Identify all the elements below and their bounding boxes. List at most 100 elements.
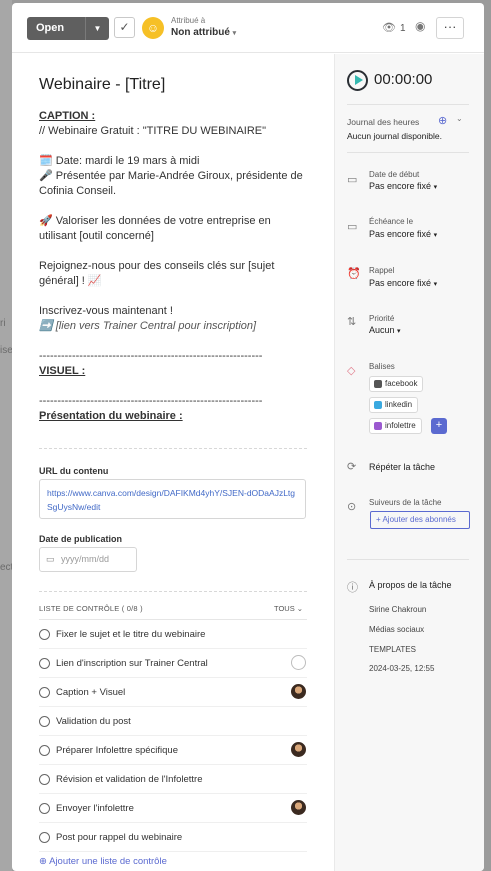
user-icon: ☺: [146, 21, 160, 35]
tag-label: infolettre: [385, 421, 416, 430]
watchers-count: 1: [400, 23, 406, 34]
checkbox-circle-icon[interactable]: [39, 832, 50, 843]
avatar[interactable]: [291, 684, 306, 699]
background-text: ri: [0, 318, 6, 329]
task-title[interactable]: Webinaire - [Titre]: [39, 76, 165, 94]
checklist-item[interactable]: Envoyer l'infolettre: [39, 794, 307, 823]
reminder-select[interactable]: Pas encore fixé ▾: [369, 278, 437, 288]
add-checklist-button[interactable]: ⊕ Ajouter une liste de contrôle: [39, 856, 167, 867]
caret-down-icon: ▾: [433, 184, 438, 191]
tag-infolettre[interactable]: infolettre: [369, 418, 422, 434]
publication-date-label: Date de publication: [39, 534, 123, 544]
about-title: À propos de la tâche: [369, 580, 452, 590]
due-date-label: Échéance le: [369, 217, 414, 226]
priority-label: Priorité: [369, 314, 395, 323]
background-strip: ri ise ect: [0, 0, 13, 871]
avatar[interactable]: [291, 655, 306, 670]
priority-value: Aucun: [369, 325, 395, 335]
priority-select[interactable]: Aucun ▾: [369, 325, 401, 335]
checklist-item-label: Post pour rappel du webinaire: [56, 832, 183, 843]
checkbox-circle-icon[interactable]: [39, 716, 50, 727]
assignee-select[interactable]: Non attribué ▾: [171, 27, 236, 38]
checkbox-circle-icon[interactable]: [39, 774, 50, 785]
tags-label: Balises: [369, 362, 395, 371]
checklist-item[interactable]: Révision et validation de l'Infolettre: [39, 765, 307, 794]
checklist-header: LISTE DE CONTRÔLE ( 0/8 ): [39, 604, 143, 613]
complete-task-button[interactable]: ✓: [114, 17, 135, 38]
tag-icon: ◇: [347, 365, 356, 377]
divider: [347, 104, 469, 105]
sort-arrows-icon: ⇅: [347, 316, 357, 328]
repeat-task-label[interactable]: Répéter la tâche: [369, 462, 435, 472]
notification-icon[interactable]: ◉: [415, 19, 425, 33]
checklist-item[interactable]: Post pour rappel du webinaire: [39, 823, 307, 852]
description-line: Inscrivez-vous maintenant !: [39, 305, 173, 317]
checkbox-circle-icon[interactable]: [39, 687, 50, 698]
checkbox-circle-icon[interactable]: [39, 658, 50, 669]
checkbox-circle-icon[interactable]: [39, 803, 50, 814]
calendar-icon: ▭: [46, 554, 55, 564]
divider: [347, 152, 469, 153]
about-owner: Sirine Chakroun: [369, 605, 427, 614]
assignee-caption: Attribué à: [171, 16, 206, 25]
description-line: 🎤 Présentée par Marie-Andrée Giroux, pré…: [39, 170, 303, 197]
status-button[interactable]: Open ▼: [27, 17, 109, 40]
tag-label: facebook: [385, 379, 418, 388]
checklist-item-label: Révision et validation de l'Infolettre: [56, 774, 203, 785]
checklist-item-label: Envoyer l'infolettre: [56, 803, 134, 814]
checklist-filter[interactable]: TOUS ⌄: [274, 604, 303, 613]
about-department: Médias sociaux: [369, 625, 425, 634]
alarm-clock-icon: ⏰: [347, 268, 361, 280]
more-options-button[interactable]: ···: [436, 17, 464, 39]
chevron-down-icon[interactable]: ⌄: [456, 114, 463, 123]
plus-circle-icon: ⊕: [39, 856, 47, 867]
timelog-empty: Aucun journal disponible.: [347, 131, 442, 141]
checklist-item[interactable]: Caption + Visuel: [39, 678, 307, 707]
add-tag-button[interactable]: +: [431, 418, 447, 434]
status-label: Open: [36, 22, 65, 34]
add-followers-button[interactable]: + Ajouter des abonnés: [370, 511, 470, 529]
tag-facebook[interactable]: facebook: [369, 376, 424, 392]
caret-down-icon: ▾: [397, 328, 401, 335]
avatar[interactable]: [291, 742, 306, 757]
eye-icon[interactable]: 👁: [382, 21, 396, 34]
checklist-item-label: Préparer Infolettre spécifique: [56, 745, 178, 756]
checkbox-circle-icon[interactable]: [39, 745, 50, 756]
divider-text: ----------------------------------------…: [39, 395, 263, 407]
caret-down-icon: ▾: [232, 30, 237, 37]
assignee-avatar[interactable]: ☺: [142, 17, 164, 39]
caption-heading: CAPTION :: [39, 110, 96, 122]
plus-circle-icon[interactable]: ⊕: [438, 114, 447, 127]
calendar-icon: ▭: [347, 221, 358, 233]
tag-color-dot: [374, 422, 382, 430]
checklist-item[interactable]: Validation du post: [39, 707, 307, 736]
url-field[interactable]: https://www.canva.com/design/DAFIKMd4yhY…: [39, 479, 306, 519]
description-line: ➡️ [lien vers Trainer Central pour inscr…: [39, 320, 257, 332]
divider-text: ----------------------------------------…: [39, 350, 263, 362]
timelog-label: Journal des heures: [347, 117, 420, 127]
play-icon[interactable]: [347, 70, 368, 91]
checkbox-circle-icon[interactable]: [39, 629, 50, 640]
publication-date-input[interactable]: ▭ yyyy/mm/dd: [39, 547, 137, 572]
task-main: Webinaire - [Titre] CAPTION : // Webinai…: [12, 54, 334, 871]
checklist-item-label: Fixer le sujet et le titre du webinaire: [56, 629, 206, 640]
avatar[interactable]: [291, 800, 306, 815]
follower-icon: ⊙: [347, 501, 357, 513]
tag-color-dot: [374, 401, 382, 409]
checklist-item-label: Caption + Visuel: [56, 687, 126, 698]
checklist-item[interactable]: Préparer Infolettre spécifique: [39, 736, 307, 765]
description-line: 🚀 Valoriser les données de votre entrepr…: [39, 215, 271, 242]
start-date-select[interactable]: Pas encore fixé ▾: [369, 181, 437, 191]
info-icon: ⓘ: [347, 582, 358, 594]
checklist-item[interactable]: Fixer le sujet et le titre du webinaire: [39, 620, 307, 649]
tag-color-dot: [374, 380, 382, 388]
start-date-label: Date de début: [369, 170, 420, 179]
reminder-label: Rappel: [369, 266, 395, 275]
add-checklist-label: Ajouter une liste de contrôle: [49, 856, 167, 867]
checklist-item[interactable]: Lien d'inscription sur Trainer Central: [39, 649, 307, 678]
task-description[interactable]: CAPTION : // Webinaire Gratuit : "TITRE …: [39, 109, 309, 424]
chevron-down-icon[interactable]: ▼: [85, 17, 109, 40]
tag-linkedin[interactable]: linkedin: [369, 397, 419, 413]
assignee-value: Non attribué: [171, 27, 230, 38]
due-date-select[interactable]: Pas encore fixé ▾: [369, 229, 437, 239]
